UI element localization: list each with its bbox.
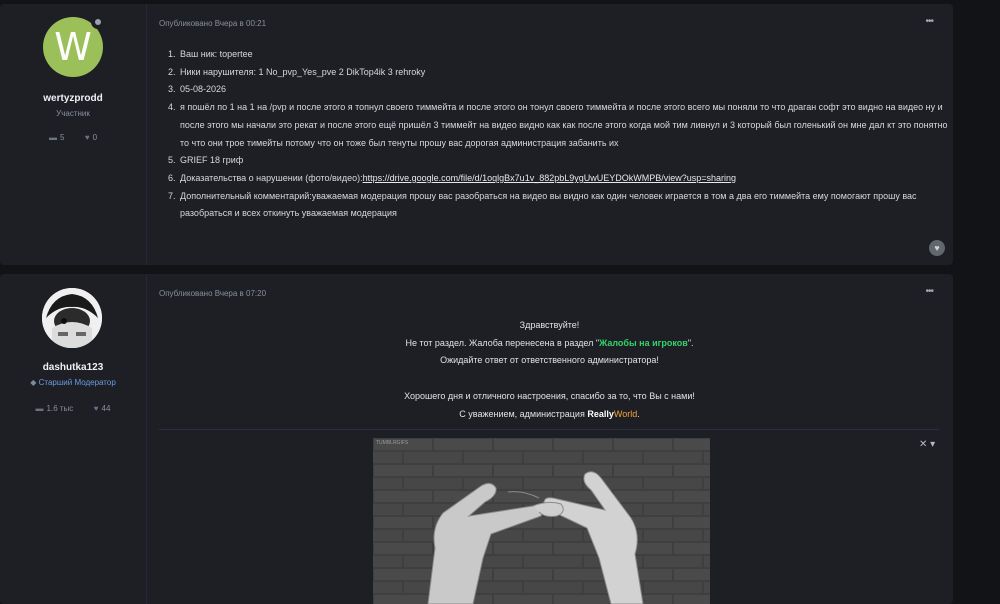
comments-count: 1.6 тыс	[46, 404, 74, 413]
ellipsis-icon[interactable]: •••	[925, 286, 933, 297]
brand-world: World	[613, 408, 638, 419]
greeting: Здравствуйте!	[519, 320, 580, 330]
evidence-label: Доказательства о нарушении (фото/видео):	[180, 172, 363, 183]
post-1: W wertyzprodd Участник ▬ 5 ♥ 0 Опубликован…	[0, 4, 953, 265]
online-status-icon	[91, 15, 105, 29]
signature: С уважением, администрация ReallyWorld.	[459, 408, 640, 419]
heart-icon: ♥	[93, 404, 99, 413]
author-role: Участник	[56, 109, 90, 118]
likes-count: 44	[101, 404, 111, 413]
list-item: 05-08-2026	[178, 81, 958, 99]
moved-notice: Не тот раздел. Жалоба перенесена в разде…	[405, 337, 694, 348]
list-item: GRIEF 18 гриф	[178, 152, 958, 170]
shield-icon: ◆	[30, 378, 37, 387]
moderator-message: Здравствуйте! Не тот раздел. Жалоба пере…	[146, 317, 953, 423]
author-role: ◆ Старший Модератор	[30, 378, 116, 387]
list-item: Доказательства о нарушении (фото/видео):…	[178, 170, 958, 188]
avatar-image	[42, 288, 102, 348]
list-item: Дополнительный комментарий:уважаемая мод…	[178, 188, 958, 223]
farewell: Хорошего дня и отличного настроения, спа…	[404, 390, 695, 401]
post-date[interactable]: Опубликовано Вчера в 07:20	[159, 289, 266, 298]
close-icon[interactable]: ✕ ▾	[919, 439, 935, 450]
post-author-panel: dashutka123 ◆ Старший Модератор ▬ 1.6 тыс…	[0, 274, 147, 604]
author-name[interactable]: dashutka123	[0, 362, 146, 373]
heart-icon: ♥	[84, 133, 90, 142]
post-gif[interactable]: TUMBLRGIFS	[373, 438, 710, 604]
heart-icon: ♥	[934, 243, 940, 253]
comments-icon: ▬	[35, 404, 44, 413]
section-link[interactable]: Жалобы на игроков	[599, 338, 688, 348]
comments-count: 5	[59, 133, 65, 142]
post-body: Опубликовано Вчера в 07:20 ••• Здравству…	[146, 274, 953, 604]
author-name[interactable]: wertyzprodd	[0, 93, 146, 104]
evidence-link[interactable]: https://drive.google.com/file/d/1oqlgBx7…	[363, 173, 736, 183]
wait-notice: Ожидайте ответ от ответственного админис…	[440, 355, 659, 366]
like-button[interactable]: ♥	[929, 240, 945, 256]
ellipsis-icon[interactable]: •••	[925, 16, 933, 27]
post-author-panel: W wertyzprodd Участник ▬ 5 ♥ 0	[0, 4, 147, 265]
post-body: Опубликовано Вчера в 00:21 ••• Ваш ник: …	[146, 4, 953, 265]
author-stats: ▬ 5 ♥ 0	[0, 133, 146, 142]
post-2: dashutka123 ◆ Старший Модератор ▬ 1.6 тыс…	[0, 274, 953, 604]
likes-count: 0	[92, 133, 98, 142]
complaint-fields: Ваш ник: topertee Ники нарушителя: 1 No_…	[164, 46, 958, 223]
author-stats: ▬ 1.6 тыс ♥ 44	[0, 404, 146, 413]
divider	[159, 429, 939, 430]
avatar[interactable]	[42, 288, 102, 348]
gif-watermark: TUMBLRGIFS	[376, 440, 409, 446]
list-item: Ники нарушителя: 1 No_pvp_Yes_pve 2 DikT…	[178, 64, 958, 82]
gif-image	[373, 438, 710, 604]
brand-really: Really	[587, 408, 614, 419]
post-date[interactable]: Опубликовано Вчера в 00:21	[159, 19, 266, 28]
list-item: Ваш ник: topertee	[178, 46, 958, 64]
list-item: я пошёл по 1 на 1 на /pvp и после этого …	[178, 99, 958, 152]
comments-icon: ▬	[48, 133, 57, 142]
